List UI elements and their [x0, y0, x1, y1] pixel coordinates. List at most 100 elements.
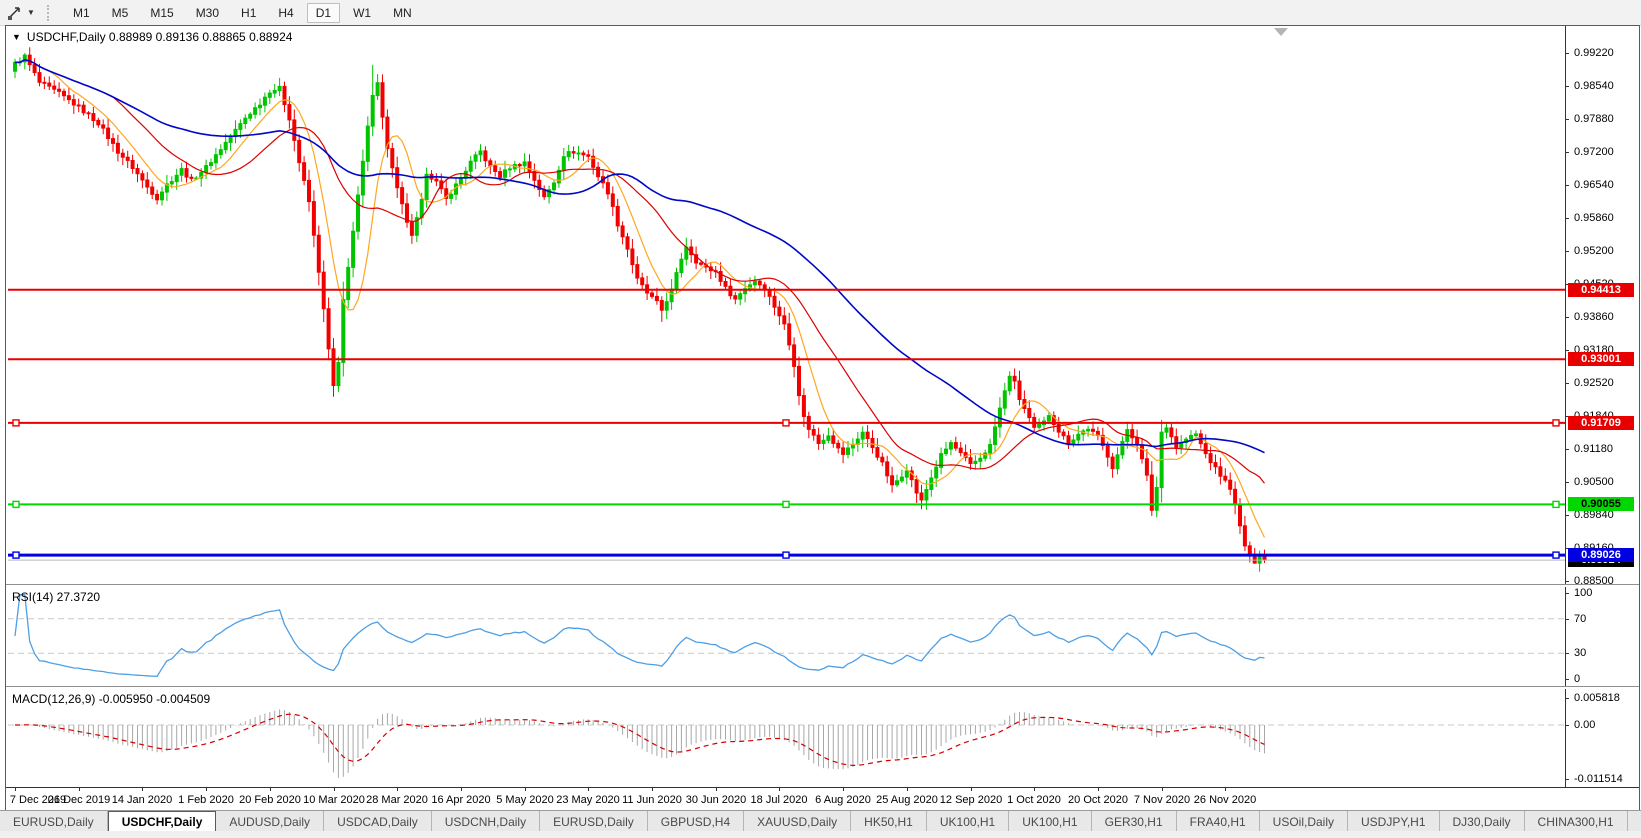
date-label: 30 Jun 2020 [686, 794, 747, 806]
symbol-tab-GBPUSD-H4[interactable]: GBPUSD,H4 [648, 811, 744, 832]
price-axis-label: 0.97200 [1574, 146, 1614, 158]
axis-tick [1566, 383, 1569, 384]
candlestick-chart[interactable] [8, 26, 1565, 584]
date-tick [1225, 788, 1226, 791]
symbol-tab-USOil-Daily[interactable]: USOil,Daily [1260, 811, 1348, 832]
symbol-tab-AUDUSD-Daily[interactable]: AUDUSD,Daily [216, 811, 324, 832]
timeframe-button-M30[interactable]: M30 [187, 3, 228, 23]
chart-shift-marker-icon[interactable] [1274, 28, 1288, 36]
date-label: 28 Mar 2020 [366, 794, 428, 806]
axis-tick [1566, 317, 1569, 318]
macd-axis-label: -0.011514 [1574, 773, 1623, 785]
price-axis-label: 0.92520 [1574, 377, 1614, 389]
hline-handle [13, 420, 19, 426]
main-chart-panel[interactable]: ▼ USDCHF,Daily 0.88989 0.89136 0.88865 0… [6, 26, 1639, 584]
symbol-tab-UK100-H1[interactable]: UK100,H1 [927, 811, 1009, 832]
chevron-down-icon[interactable]: ▼ [25, 2, 37, 23]
macd-panel[interactable]: MACD(12,26,9) -0.005950 -0.004509 0.0058… [6, 689, 1639, 787]
rsi-panel[interactable]: RSI(14) 27.3720 100 70 30 0 [6, 587, 1639, 686]
date-tick [206, 788, 207, 791]
date-label: 26 Dec 2019 [48, 794, 110, 806]
timeframe-button-D1[interactable]: D1 [307, 3, 340, 23]
axis-tick [1566, 619, 1569, 620]
timeframe-button-W1[interactable]: W1 [344, 3, 380, 23]
date-label: 7 Nov 2020 [1134, 794, 1190, 806]
symbol-tab-DJ30-Daily[interactable]: DJ30,Daily [1440, 811, 1525, 832]
hline-handle [783, 420, 789, 426]
toolbar-grip [47, 5, 54, 21]
price-axis-label: 0.95200 [1574, 245, 1614, 257]
timeframe-button-M1[interactable]: M1 [64, 3, 99, 23]
symbol-tab-XAUUSD-Daily[interactable]: XAUUSD,Daily [744, 811, 851, 832]
date-tick [1162, 788, 1163, 791]
timeframe-button-H4[interactable]: H4 [269, 3, 302, 23]
symbol-tab-EURUSD-Daily[interactable]: EURUSD,Daily [0, 811, 108, 832]
date-label: 11 Jun 2020 [622, 794, 682, 806]
price-axis-label: 0.88500 [1574, 575, 1614, 584]
axis-tick [1566, 581, 1569, 582]
date-label: 1 Feb 2020 [178, 794, 234, 806]
symbol-tab-EURUSD-Daily[interactable]: EURUSD,Daily [540, 811, 648, 832]
rsi-axis-label: 0 [1574, 673, 1580, 685]
date-label: 25 Aug 2020 [876, 794, 938, 806]
symbol-tab-USDCAD-Daily[interactable]: USDCAD,Daily [324, 811, 432, 832]
date-label: 23 May 2020 [556, 794, 620, 806]
axis-tick [1566, 218, 1569, 219]
axis-tick [1566, 185, 1569, 186]
top-toolbar: ▼ M1M5M15M30H1H4D1W1MN [0, 0, 1641, 26]
price-axis-label: 0.90500 [1574, 476, 1614, 488]
date-tick [588, 788, 589, 791]
symbol-tab-FRA40-H1[interactable]: FRA40,H1 [1177, 811, 1260, 832]
axis-tick [1566, 515, 1569, 516]
axis-tick [1566, 53, 1569, 54]
date-tick [334, 788, 335, 791]
timeframe-button-MN[interactable]: MN [384, 3, 421, 23]
timeframe-button-H1[interactable]: H1 [232, 3, 265, 23]
price-axis-label: 0.95860 [1574, 212, 1614, 224]
rsi-axis-label: 30 [1574, 647, 1586, 659]
symbol-tab-GER30-H1[interactable]: GER30,H1 [1092, 811, 1177, 832]
symbol-tab-USOil-H[interactable]: USOil,H [1628, 811, 1641, 832]
symbol-tab-HK50-H1[interactable]: HK50,H1 [851, 811, 927, 832]
rsi-line [15, 595, 1265, 677]
timeframe-button-group: M1M5M15M30H1H4D1W1MN [62, 3, 423, 23]
date-tick [270, 788, 271, 791]
symbol-tab-UK100-H1[interactable]: UK100,H1 [1009, 811, 1091, 832]
date-label: 6 Aug 2020 [815, 794, 871, 806]
rsi-axis: 100 70 30 0 [1565, 587, 1639, 686]
date-axis[interactable]: 7 Dec 2019 26 Dec 2019 14 Jan 2020 1 Feb… [6, 787, 1639, 810]
chart-dropdown-icon[interactable]: ▼ [12, 32, 21, 42]
date-label: 10 Mar 2020 [303, 794, 365, 806]
macd-label: MACD(12,26,9) -0.005950 -0.004509 [12, 692, 210, 706]
axis-tick [1566, 725, 1569, 726]
macd-axis-label: 0.00 [1574, 719, 1595, 731]
macd-chart[interactable] [8, 689, 1565, 787]
timeframe-button-M15[interactable]: M15 [141, 3, 182, 23]
axis-tick [1566, 679, 1569, 680]
date-tick [79, 788, 80, 791]
date-label: 5 May 2020 [496, 794, 553, 806]
ma-21-line [15, 60, 1265, 483]
cursor-tool-icon[interactable] [3, 2, 25, 23]
price-axis[interactable]: 0.99220 0.98540 0.97880 0.97200 0.96540 … [1565, 26, 1639, 584]
date-label: 18 Jul 2020 [751, 794, 808, 806]
price-axis-label: 0.96540 [1574, 179, 1614, 191]
hline-handle [783, 552, 789, 558]
date-label: 20 Feb 2020 [239, 794, 301, 806]
price-axis-label: 0.99220 [1574, 47, 1614, 59]
price-axis-label: 0.98540 [1574, 80, 1614, 92]
chart-title-text: USDCHF,Daily 0.88989 0.89136 0.88865 0.8… [27, 30, 293, 44]
date-tick [1098, 788, 1099, 791]
price-axis-label: 0.97880 [1574, 113, 1614, 125]
hline-handle [1553, 501, 1559, 507]
symbol-tab-USDCNH-Daily[interactable]: USDCNH,Daily [432, 811, 540, 832]
timeframe-button-M5[interactable]: M5 [103, 3, 138, 23]
date-label: 16 Apr 2020 [431, 794, 490, 806]
date-tick [843, 788, 844, 791]
symbol-tab-CHINA300-H1[interactable]: CHINA300,H1 [1525, 811, 1628, 832]
hline-price-tag: 0.90055 [1568, 497, 1634, 511]
symbol-tab-USDCHF-Daily[interactable]: USDCHF,Daily [108, 811, 217, 832]
symbol-tab-USDJPY-H1[interactable]: USDJPY,H1 [1348, 811, 1439, 832]
date-tick [907, 788, 908, 791]
rsi-chart[interactable] [8, 587, 1565, 686]
